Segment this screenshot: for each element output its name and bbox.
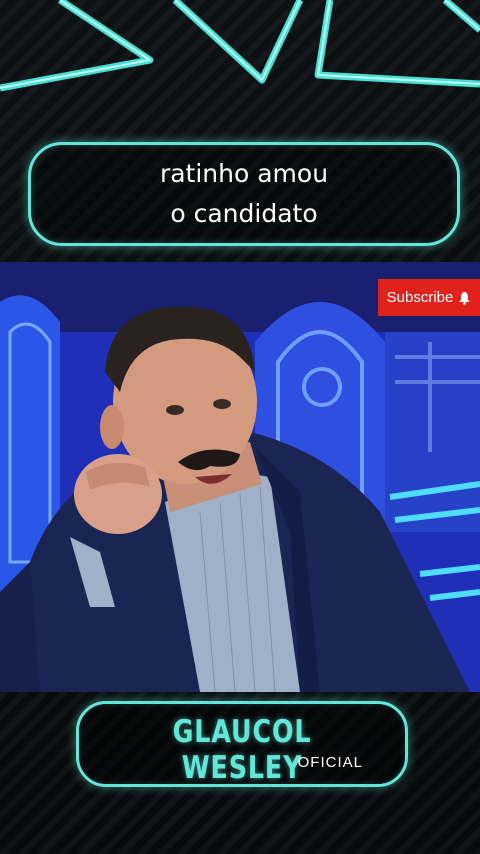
caption-line-1: ratinho amou [159, 159, 329, 188]
caption-box: ratinho amou o candidato [28, 142, 460, 246]
subscribe-button[interactable]: Subscribe [378, 279, 480, 316]
neon-decoration [0, 0, 480, 92]
bell-icon [459, 291, 471, 305]
channel-subtitle: OFICIAL [297, 754, 363, 771]
video-scene [0, 262, 480, 692]
subscribe-label: Subscribe [386, 289, 454, 306]
video-frame[interactable] [0, 262, 480, 692]
caption-line-2: o candidato [170, 199, 318, 228]
channel-brand-box: GLAUCOL WESLEY OFICIAL [76, 701, 408, 787]
channel-name: GLAUCOL WESLEY [172, 714, 312, 786]
